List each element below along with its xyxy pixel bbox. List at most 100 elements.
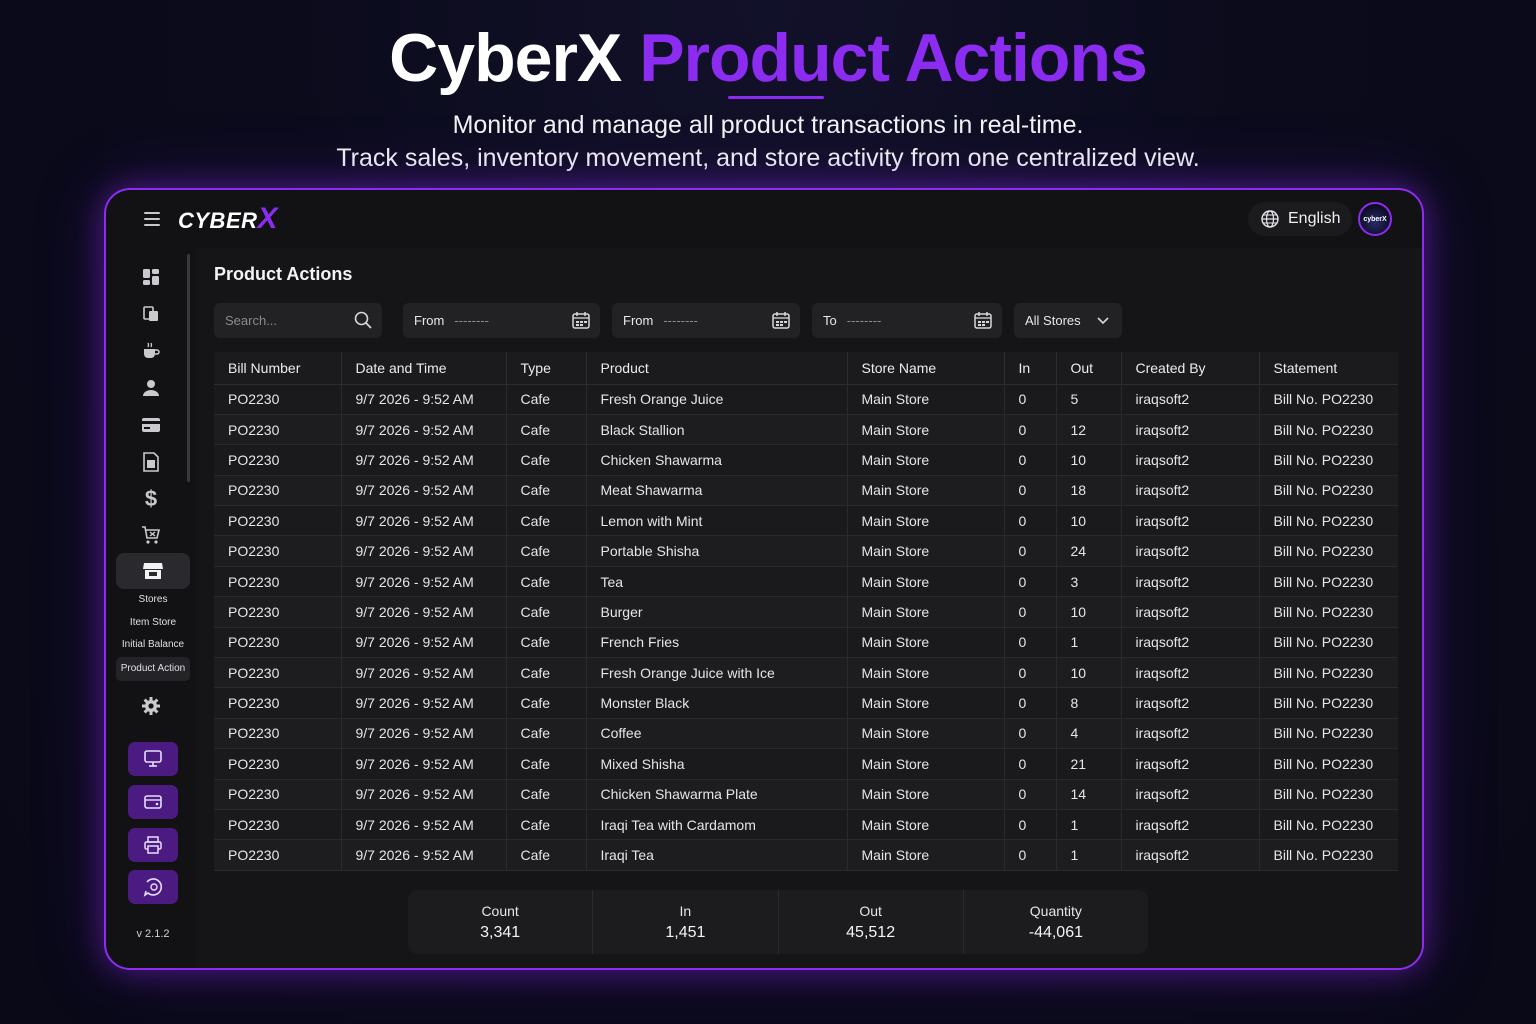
table-cell: 14 — [1056, 779, 1122, 810]
hero-title-product-actions: Product Actions — [639, 20, 1148, 96]
table-row[interactable]: PO2230 9/7 2026 - 9:52 AM Cafe Monster Blac… — [214, 687, 1398, 719]
user-icon[interactable] — [140, 377, 162, 399]
table-cell: Bill No. PO2230 — [1259, 839, 1398, 871]
table-cell: Cafe — [506, 839, 587, 871]
table-cell: 10 — [1056, 596, 1122, 628]
table-row[interactable]: PO2230 9/7 2026 - 9:52 AM Cafe Coffee Main S… — [214, 718, 1398, 750]
products-icon[interactable] — [140, 303, 162, 325]
table-cell: 0 — [1004, 566, 1057, 598]
table-cell: PO2230 — [214, 657, 342, 689]
table-cell: 10 — [1056, 505, 1122, 537]
summary-count-label: Count — [481, 902, 519, 919]
table-row[interactable]: PO2230 9/7 2026 - 9:52 AM Cafe Mixed Shisha… — [214, 748, 1398, 780]
table-cell: Cafe — [506, 414, 587, 446]
table-row[interactable]: PO2230 9/7 2026 - 9:52 AM Cafe Portable Shi… — [214, 535, 1398, 567]
hamburger-menu-icon[interactable] — [144, 212, 160, 226]
table-header-row: Bill Number Date and Time Type Product Store… — [214, 352, 1398, 385]
table-cell: Bill No. PO2230 — [1259, 535, 1398, 567]
table-row[interactable]: PO2230 9/7 2026 - 9:52 AM Cafe Chicken Shaw… — [214, 779, 1398, 810]
sidebar-subitem-item-store[interactable]: Item Store — [106, 617, 200, 628]
table-row[interactable]: PO2230 9/7 2026 - 9:52 AM Cafe Fresh Orange… — [214, 657, 1398, 689]
sidebar-item-stores[interactable]: Stores — [106, 594, 200, 605]
table-cell: Monster Black — [586, 687, 848, 719]
column-header[interactable]: Created By — [1121, 352, 1260, 385]
column-header[interactable]: Product — [586, 352, 848, 385]
support-icon[interactable] — [128, 870, 178, 904]
column-header[interactable]: Date and Time — [341, 352, 507, 385]
table-cell: Fresh Orange Juice — [586, 384, 848, 415]
table-cell: 0 — [1004, 535, 1057, 567]
table-cell: PO2230 — [214, 535, 342, 567]
calendar-icon[interactable] — [572, 311, 590, 329]
summary-quantity-value: -44,061 — [1028, 923, 1083, 941]
column-header[interactable]: In — [1004, 352, 1057, 385]
avatar[interactable]: cyberX — [1358, 202, 1392, 236]
dashboard-icon[interactable] — [140, 266, 162, 288]
sidebar-subitem-initial-balance[interactable]: Initial Balance — [106, 639, 200, 650]
table-cell: Cafe — [506, 505, 587, 537]
from-date-value-2: -------- — [663, 313, 698, 328]
table-row[interactable]: PO2230 9/7 2026 - 9:52 AM Cafe Lemon with M… — [214, 505, 1398, 537]
column-header[interactable]: Store Name — [847, 352, 1005, 385]
to-date-field[interactable]: To -------- — [812, 303, 1002, 338]
table-row[interactable]: PO2230 9/7 2026 - 9:52 AM Cafe French Fries… — [214, 627, 1398, 659]
table-cell: PO2230 — [214, 384, 342, 415]
summary-in: In 1,451 — [593, 890, 779, 954]
table-cell: PO2230 — [214, 596, 342, 628]
store-select[interactable]: All Stores — [1014, 303, 1122, 338]
sidebar-scrollbar[interactable] — [187, 254, 190, 482]
table-cell: 0 — [1004, 657, 1057, 689]
printer-icon[interactable] — [128, 828, 178, 862]
table-row[interactable]: PO2230 9/7 2026 - 9:52 AM Cafe Chicken Shaw… — [214, 444, 1398, 476]
table-cell: Cafe — [506, 627, 587, 659]
table-cell: Main Store — [847, 657, 1005, 689]
language-selector[interactable]: English — [1248, 202, 1352, 236]
table-cell: Cafe — [506, 687, 587, 719]
version-label: v 2.1.2 — [136, 928, 170, 940]
table-cell: 0 — [1004, 414, 1057, 446]
table-row[interactable]: PO2230 9/7 2026 - 9:52 AM Cafe Fresh Orange… — [214, 384, 1398, 415]
table-cell: Coffee — [586, 718, 848, 750]
calendar-icon[interactable] — [772, 311, 790, 329]
column-header[interactable]: Statement — [1259, 352, 1398, 385]
summary-quantity-label: Quantity — [1029, 902, 1082, 919]
table-cell: iraqsoft2 — [1121, 809, 1260, 841]
table-row[interactable]: PO2230 9/7 2026 - 9:52 AM Cafe Iraqi Tea Mai… — [214, 839, 1398, 871]
dollar-icon[interactable]: $ — [140, 486, 162, 511]
column-header[interactable]: Type — [506, 352, 587, 385]
sidebar-subitem-product-action[interactable]: Product Action — [106, 663, 200, 674]
table-row[interactable]: PO2230 9/7 2026 - 9:52 AM Cafe Meat Shawarm… — [214, 475, 1398, 507]
sidebar: $ Stores Item Store Initial Balance Prod… — [106, 248, 192, 968]
card-icon[interactable] — [140, 414, 162, 436]
table-row[interactable]: PO2230 9/7 2026 - 9:52 AM Cafe Burger Main S… — [214, 596, 1398, 628]
table-cell: 5 — [1056, 384, 1122, 415]
table-cell: 9/7 2026 - 9:52 AM — [341, 748, 507, 780]
table-row[interactable]: PO2230 9/7 2026 - 9:52 AM Cafe Black Stalli… — [214, 414, 1398, 446]
app-window: CYBERX English cyberX $ Stores Item Stor… — [104, 188, 1424, 970]
cart-icon[interactable] — [140, 524, 162, 546]
from-date-field-1[interactable]: From -------- — [403, 303, 600, 338]
hero-underline — [728, 96, 824, 99]
column-header[interactable]: Bill Number — [214, 352, 342, 385]
search-input[interactable]: Search... — [214, 303, 382, 338]
table-cell: 12 — [1056, 414, 1122, 446]
table-cell: 0 — [1004, 779, 1057, 810]
hero-title-brand: CyberX — [389, 20, 622, 96]
cafe-icon[interactable] — [140, 340, 162, 362]
table-cell: PO2230 — [214, 748, 342, 780]
invoice-icon[interactable] — [140, 451, 162, 473]
calendar-icon[interactable] — [974, 311, 992, 329]
column-header[interactable]: Out — [1056, 352, 1122, 385]
store-icon[interactable] — [116, 553, 190, 589]
summary-count-value: 3,341 — [480, 923, 521, 941]
table-cell: 0 — [1004, 444, 1057, 476]
table-cell: iraqsoft2 — [1121, 505, 1260, 537]
table-row[interactable]: PO2230 9/7 2026 - 9:52 AM Cafe Iraqi Tea wi… — [214, 809, 1398, 841]
wallet-icon[interactable] — [128, 785, 178, 819]
table-cell: 9/7 2026 - 9:52 AM — [341, 444, 507, 476]
table-row[interactable]: PO2230 9/7 2026 - 9:52 AM Cafe Tea Main Stor… — [214, 566, 1398, 598]
table-cell: Main Store — [847, 748, 1005, 780]
gear-icon[interactable] — [140, 695, 162, 717]
monitor-icon[interactable] — [128, 742, 178, 776]
from-date-field-2[interactable]: From -------- — [612, 303, 800, 338]
